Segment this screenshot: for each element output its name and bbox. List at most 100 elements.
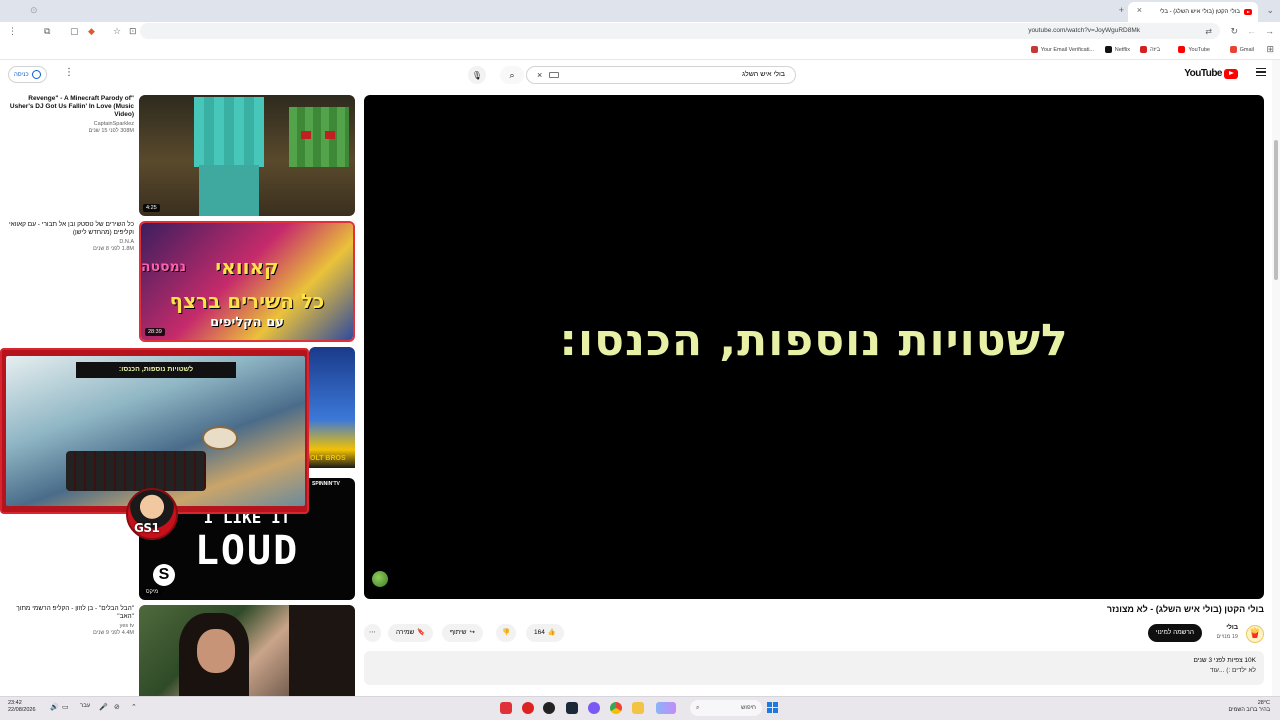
microphone-tray-icon[interactable]: 🎤	[99, 703, 108, 711]
recommendation-stats: 308M לפני 15 שנים	[88, 128, 134, 134]
guide-menu-icon[interactable]	[1256, 68, 1266, 76]
settings-kebab-icon[interactable]: ⋮	[64, 67, 74, 78]
subscriber-count: 19 מנויים	[1216, 634, 1238, 640]
page-scrollbar[interactable]	[1272, 60, 1280, 696]
microphone-icon: 🎙	[471, 70, 483, 80]
youtube-logo-text: YouTube	[1184, 68, 1222, 79]
weather-widget[interactable]: 28°C בהיר ברוב השמים	[1229, 700, 1270, 714]
bookmark-youtube[interactable]: YouTube	[1178, 46, 1210, 53]
video-frame-caption: לשטויות נוספות, הכנסו:	[559, 315, 1069, 366]
subscribe-button[interactable]: הרשמה למינוי	[1147, 624, 1202, 642]
install-app-icon[interactable]: ⊡	[129, 27, 137, 36]
input-language[interactable]: עבר	[80, 703, 90, 709]
dislike-button[interactable]: 👎	[496, 624, 517, 642]
bookmark-email-verification[interactable]: Your Email Verificati...	[1030, 46, 1094, 53]
channel-name[interactable]: בולי	[1226, 624, 1238, 631]
coffee-cup-art	[202, 426, 238, 450]
back-icon[interactable]: →	[1265, 27, 1274, 36]
youtube-logo[interactable]: YouTube	[1184, 68, 1238, 79]
steam-icon[interactable]	[566, 702, 578, 714]
browser-tab-active[interactable]: בולי הקטן (בולי איש השלג) - בלי	[1128, 2, 1258, 22]
netflix-icon	[1104, 46, 1112, 53]
mini-player-video: לשטויות נוספות, הכנסו:	[6, 356, 305, 506]
video-thumbnail[interactable]: קאוואי נמסטה כל השירים ברצף עם הקליפים 2…	[139, 221, 355, 342]
apps-grid-icon[interactable]: ⊞	[1266, 45, 1274, 54]
site-info-icon[interactable]: ⇄	[1205, 27, 1212, 36]
recommendation-title[interactable]: כל השירים של טסטק ובן אל תבורי - עם קאוו…	[6, 221, 134, 237]
address-bar[interactable]: youtube.com/watch?v=JoyWguRD8Mk ⇄	[140, 23, 1220, 39]
taskbar-app-icon[interactable]	[543, 702, 555, 714]
close-tab-icon[interactable]: ×	[1137, 6, 1142, 15]
youtube-play-icon	[1224, 68, 1238, 79]
channel-watermark-icon[interactable]	[372, 571, 388, 587]
video-thumbnail[interactable]: 4:25	[139, 95, 355, 216]
system-clock[interactable]: 23:42 22/08/2026	[8, 700, 36, 714]
bookmark-star-icon[interactable]: ☆	[113, 27, 121, 36]
mix-badge: מיקס	[143, 588, 162, 596]
thumbs-up-icon: 👍	[547, 629, 556, 636]
thumbnail-text: עם הקליפים	[210, 315, 284, 330]
show-hidden-icons-icon[interactable]: ⌃	[131, 703, 137, 711]
extension-fox-icon[interactable]: ◆	[88, 27, 95, 36]
account-icon	[31, 70, 41, 79]
bookmark-netflix[interactable]: Netflix	[1104, 46, 1130, 53]
search-input[interactable]: בולי איש השלג ×	[526, 66, 796, 84]
network-icon[interactable]: ▭	[62, 703, 69, 711]
more-dots-icon: ⋯	[369, 629, 376, 636]
video-thumbnail[interactable]: OLT BROS	[309, 347, 355, 477]
menu-kebab-icon[interactable]: ⋮	[8, 27, 17, 36]
signin-button[interactable]: כניסה	[8, 66, 47, 83]
save-button[interactable]: 🔖 שמירה	[388, 624, 434, 642]
recommendation-item[interactable]: "הבל הבלים" - בן לוזון - הקליפ הרשמי מתו…	[0, 605, 358, 697]
scrollbar-thumb[interactable]	[1274, 140, 1278, 280]
video-thumbnail[interactable]	[139, 605, 355, 697]
duration-badge: 4:25	[143, 204, 160, 212]
taskbar-app-icon[interactable]	[522, 702, 534, 714]
streamer-badge-label: GS1	[134, 521, 160, 535]
tab-search-icon[interactable]: ⌄	[1266, 6, 1274, 15]
recommendation-channel[interactable]: D.N.A	[6, 239, 134, 245]
recommendation-channel[interactable]: CaptainSparklez	[6, 121, 134, 127]
duration-badge: 28:39	[145, 328, 165, 336]
channel-avatar[interactable]: 🍟	[1246, 625, 1264, 643]
clear-search-icon[interactable]: ×	[537, 70, 542, 80]
recommendation-item[interactable]: 4:25 "Revenge" - A Minecraft Parody of U…	[0, 95, 358, 217]
taskbar-app-icon[interactable]	[588, 702, 600, 714]
file-explorer-icon[interactable]	[632, 702, 644, 714]
like-button[interactable]: 👍 164	[526, 624, 564, 642]
minecraft-zombie-art	[289, 107, 349, 167]
taskbar-app-icon[interactable]	[500, 702, 512, 714]
taskbar-app-icon[interactable]	[656, 702, 676, 714]
mail-icon	[1030, 46, 1038, 53]
app-tray-icon[interactable]: ⊘	[114, 703, 120, 711]
chrome-icon[interactable]	[610, 702, 622, 714]
share-button[interactable]: ↪ שיתוף	[442, 624, 483, 642]
video-title: בולי הקטן (בולי איש השלג) - לא מצונזר	[1106, 604, 1264, 614]
address-url: youtube.com/watch?v=JoyWguRD8Mk	[1028, 27, 1140, 34]
description-box[interactable]: 10K צפיות לפני 3 שנים לא ילדים :) ...עוד	[364, 651, 1264, 685]
bookmark-ynet[interactable]: ביזה	[1140, 46, 1160, 53]
sidepanel-icon[interactable]: ▢	[70, 27, 79, 36]
like-count: 164	[534, 629, 545, 636]
ynet-icon	[1140, 46, 1148, 53]
speaker-icon[interactable]: 🔊	[50, 703, 59, 711]
keyboard-icon[interactable]	[549, 72, 559, 78]
video-player[interactable]: לשטויות נוספות, הכנסו:	[364, 95, 1264, 599]
other-tab-icon[interactable]: ⊙	[30, 6, 38, 15]
reload-icon[interactable]: ↻	[1230, 27, 1238, 36]
more-actions-button[interactable]: ⋯	[364, 624, 381, 642]
recommendation-stats: 4.4M לפני 9 שנים	[93, 630, 134, 636]
browser-tab-strip: בולי הקטן (בולי איש השלג) - בלי × + ⌄ ⊙	[0, 0, 1280, 22]
new-tab-icon[interactable]: +	[1119, 6, 1124, 15]
recommendation-item[interactable]: קאוואי נמסטה כל השירים ברצף עם הקליפים 2…	[0, 221, 358, 343]
bookmark-gmail[interactable]: Gmail	[1229, 46, 1254, 53]
recommendation-channel[interactable]: yes tv	[6, 623, 134, 629]
windows-start-icon[interactable]	[767, 702, 778, 713]
forward-icon[interactable]: ←	[1247, 27, 1256, 36]
recommendation-title[interactable]: "Revenge" - A Minecraft Parody of Usher'…	[6, 95, 134, 119]
taskbar-search[interactable]: חיפוש ⌕	[690, 700, 762, 716]
recommendation-title[interactable]: "הבל הבלים" - בן לוזון - הקליפ הרשמי מתו…	[6, 605, 134, 621]
search-button[interactable]: ⌕	[500, 66, 524, 84]
extensions-icon[interactable]: ⧉	[44, 27, 50, 36]
voice-search-button[interactable]: 🎙	[468, 66, 486, 84]
